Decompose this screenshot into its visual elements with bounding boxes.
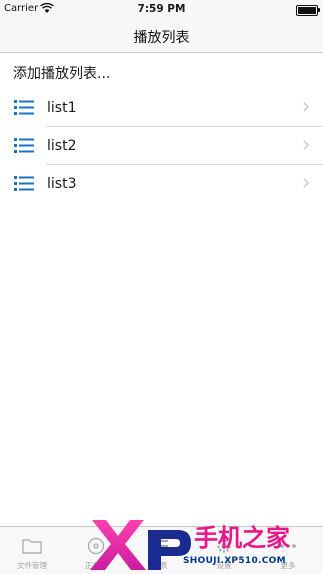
playlist-row[interactable]: list1 — [0, 89, 323, 127]
status-bar: Carrier 7:59 PM — [0, 0, 323, 20]
add-playlist-row[interactable]: 添加播放列表... — [0, 53, 323, 89]
playlist-row[interactable]: list2 — [0, 127, 323, 165]
folder-icon — [22, 539, 42, 554]
playlist-label: list3 — [47, 176, 77, 192]
navigation-bar: 播放列表 — [0, 20, 323, 53]
playlist-row[interactable]: list3 — [0, 165, 323, 203]
list-icon — [14, 138, 34, 153]
tab-file-manager[interactable]: 文件管理 — [0, 527, 64, 574]
chevron-right-icon — [303, 140, 309, 150]
chevron-right-icon — [303, 102, 309, 112]
add-playlist-label: 添加播放列表... — [13, 66, 111, 82]
tab-label: 文件管理 — [17, 561, 47, 570]
chevron-right-icon — [303, 178, 309, 188]
watermark-site: SHOUJI.XP510.COM — [183, 556, 286, 566]
playlist-label: list1 — [47, 100, 77, 116]
battery-icon — [296, 5, 320, 16]
page-title: 播放列表 — [133, 30, 190, 46]
list-icon — [14, 100, 34, 115]
list-icon — [14, 176, 34, 191]
status-time: 7:59 PM — [137, 3, 186, 15]
playlist-label: list2 — [47, 138, 77, 154]
watermark-logo-text: 手机之家 — [194, 524, 290, 552]
